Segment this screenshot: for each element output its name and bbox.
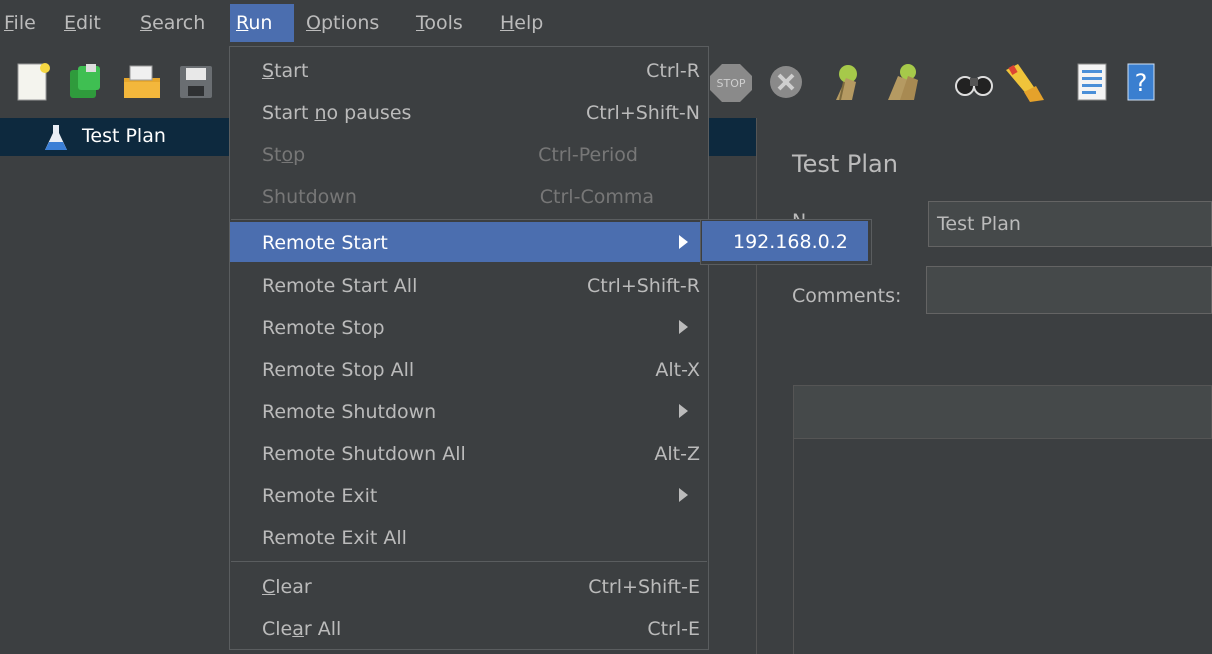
menu-item-label: Start <box>262 60 309 82</box>
comments-label: Comments: <box>792 285 902 307</box>
menu-item-label: Remote Stop <box>262 317 385 339</box>
menu-search[interactable]: Search <box>136 4 218 42</box>
menu-item-label: Shutdown <box>262 186 357 208</box>
menu-help-label: elp <box>514 12 544 34</box>
clear-icon[interactable] <box>826 60 870 104</box>
menu-item-start-no-pauses[interactable]: Start no pauses Ctrl+Shift-N <box>230 92 708 132</box>
menu-edit-mnemonic: E <box>64 12 77 34</box>
tree-item-label: Test Plan <box>82 125 166 147</box>
menu-help[interactable]: Help <box>496 4 560 42</box>
search-icon[interactable] <box>952 60 996 104</box>
new-icon[interactable] <box>12 60 56 104</box>
menu-item-shortcut: Ctrl+Shift-E <box>588 576 700 598</box>
menu-separator <box>231 561 707 562</box>
name-field-value: Test Plan <box>937 213 1021 235</box>
menu-item-label: Start no pauses <box>262 102 412 124</box>
open-icon[interactable] <box>120 60 164 104</box>
menu-item-label: Remote Shutdown <box>262 401 437 423</box>
menu-item-remote-exit-all[interactable]: Remote Exit All <box>230 517 708 557</box>
menu-item-shortcut: Ctrl+Shift-R <box>587 275 700 297</box>
menu-run[interactable]: Run <box>230 4 294 42</box>
submenu-arrow-icon <box>679 320 688 334</box>
menu-item-start[interactable]: Start Ctrl-R <box>230 50 708 90</box>
menu-file-mnemonic: F <box>4 12 14 34</box>
menu-item-remote-start[interactable]: Remote Start <box>230 222 708 262</box>
menu-item-label: Clear <box>262 576 312 598</box>
variables-table-header <box>793 385 1212 439</box>
panel-title: Test Plan <box>792 150 898 178</box>
menu-item-shortcut: Ctrl-Period <box>538 144 638 166</box>
menu-item-remote-exit[interactable]: Remote Exit <box>230 475 708 515</box>
menu-item-remote-shutdown-all[interactable]: Remote Shutdown All Alt-Z <box>230 433 708 473</box>
menu-item-label: Remote Exit All <box>262 527 407 549</box>
help-icon[interactable]: ? <box>1120 60 1164 104</box>
menu-item-label: Remote Start All <box>262 275 418 297</box>
menu-item-shutdown: Shutdown Ctrl-Comma <box>230 176 708 216</box>
variables-table <box>793 439 1212 654</box>
submenu-arrow-icon <box>679 404 688 418</box>
menu-tools-label: ools <box>424 12 463 34</box>
menu-item-remote-shutdown[interactable]: Remote Shutdown <box>230 391 708 431</box>
menu-item-label: Remote Stop All <box>262 359 415 381</box>
menu-options-mnemonic: O <box>306 12 321 34</box>
menu-run-label: un <box>248 12 273 34</box>
clear-all-icon[interactable] <box>882 60 926 104</box>
menu-separator <box>231 219 707 220</box>
menu-search-mnemonic: S <box>140 12 153 34</box>
shutdown-icon[interactable] <box>764 60 808 104</box>
split-pane-divider[interactable] <box>756 118 771 654</box>
submenu-arrow-icon <box>679 235 688 249</box>
menu-bar: File Edit Search Run Options Tools Help <box>0 0 1212 46</box>
menu-search-label: earch <box>152 12 206 34</box>
menu-file[interactable]: File <box>0 4 48 42</box>
menu-item-clear-all[interactable]: Clear All Ctrl-E <box>230 608 708 648</box>
menu-item-remote-stop-all[interactable]: Remote Stop All Alt-X <box>230 349 708 389</box>
menu-options[interactable]: Options <box>302 4 398 42</box>
menu-edit[interactable]: Edit <box>60 4 118 42</box>
menu-item-label: Stop <box>262 144 306 166</box>
stop-icon[interactable]: STOP <box>708 60 754 104</box>
menu-item-label: Remote Shutdown All <box>262 443 466 465</box>
reset-search-icon[interactable] <box>1002 60 1046 104</box>
menu-item-shortcut: Ctrl+Shift-N <box>586 102 700 124</box>
menu-item-remote-start-all[interactable]: Remote Start All Ctrl+Shift-R <box>230 265 708 305</box>
menu-edit-label: dit <box>76 12 101 34</box>
submenu-item-host-label: 192.168.0.2 <box>733 231 848 253</box>
menu-item-shortcut: Ctrl-E <box>647 618 700 640</box>
menu-item-stop: Stop Ctrl-Period <box>230 134 708 174</box>
menu-item-shortcut: Alt-X <box>655 359 700 381</box>
menu-item-shortcut: Ctrl-Comma <box>539 186 654 208</box>
menu-item-label: Remote Exit <box>262 485 378 507</box>
test-plan-flask-icon <box>44 124 68 152</box>
menu-item-shortcut: Alt-Z <box>654 443 700 465</box>
save-icon[interactable] <box>174 60 218 104</box>
svg-text:?: ? <box>1135 69 1148 97</box>
svg-text:STOP: STOP <box>717 77 746 90</box>
menu-item-label: Remote Start <box>262 232 388 254</box>
menu-item-remote-stop[interactable]: Remote Stop <box>230 307 708 347</box>
menu-file-label: ile <box>13 12 36 34</box>
menu-item-label: Clear All <box>262 618 342 640</box>
menu-options-label: ptions <box>320 12 380 34</box>
function-helper-icon[interactable] <box>1072 60 1116 104</box>
comments-field[interactable] <box>926 266 1212 314</box>
menu-item-shortcut: Ctrl-R <box>646 60 700 82</box>
submenu-arrow-icon <box>679 488 688 502</box>
menu-run-mnemonic: R <box>236 12 249 34</box>
menu-help-mnemonic: H <box>500 12 515 34</box>
templates-icon[interactable] <box>64 60 108 104</box>
menu-item-clear[interactable]: Clear Ctrl+Shift-E <box>230 566 708 606</box>
menu-tools[interactable]: Tools <box>412 4 482 42</box>
